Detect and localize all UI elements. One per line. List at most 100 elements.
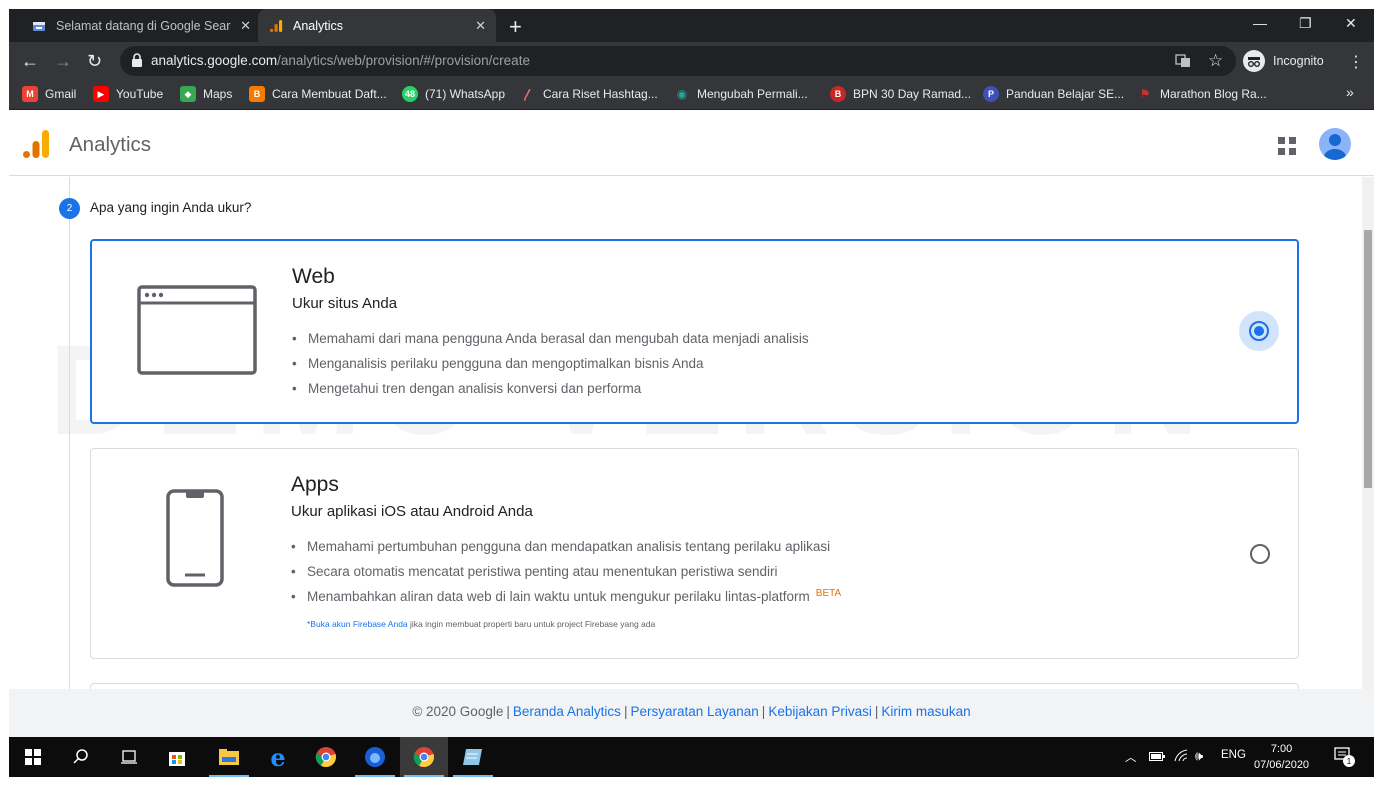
maximize-icon[interactable]: ❐ [1299,15,1312,32]
footer-link-terms[interactable]: Persyaratan Layanan [630,704,758,719]
menu-icon[interactable]: ⋮ [1348,52,1364,72]
address-bar[interactable]: analytics.google.com/analytics/web/provi… [120,46,1236,76]
footer-link-privacy[interactable]: Kebijakan Privasi [768,704,872,719]
firebase-note: *Buka akun Firebase Anda jika ingin memb… [307,619,655,629]
search-icon [73,749,88,764]
footer-link-home[interactable]: Beranda Analytics [513,704,621,719]
task-view-button[interactable] [105,737,153,777]
pin-icon: 〳 [521,87,534,102]
lock-icon [132,53,142,67]
browser-window-icon [137,285,257,375]
separator: | [623,704,628,719]
search-button[interactable] [57,737,105,777]
bookmark-label: Panduan Belajar SE... [1006,87,1125,101]
bookmark-youtube[interactable]: ▶ YouTube [93,86,163,102]
apps-grid-icon[interactable] [1278,137,1296,155]
option-title: Apps [291,473,339,496]
smartphone-icon [166,489,224,587]
radio-web[interactable] [1249,321,1269,341]
bookmark-gmail[interactable]: M Gmail [22,86,76,102]
radio-apps[interactable] [1250,544,1270,564]
analytics-logo-icon [23,130,49,158]
bookmark-label: Maps [203,87,233,101]
notification-count-badge: 1 [1343,755,1355,767]
separator: | [874,704,879,719]
chrome-button[interactable] [302,737,350,777]
bookmark-label: (71) WhatsApp [425,87,506,101]
incognito-icon [1243,50,1265,72]
benefit-item: Menambahkan aliran data web di lain wakt… [291,584,841,609]
bookmark-label: Marathon Blog Ra... [1160,87,1267,101]
clock[interactable]: 7:00 07/06/2020 [1254,741,1309,773]
reload-icon[interactable]: ↻ [87,51,102,72]
bookmark-whatsapp[interactable]: 48 (71) WhatsApp [402,86,505,102]
task-view-icon [121,750,137,764]
notepad-icon [463,749,482,765]
bookmark-label: BPN 30 Day Ramad... [853,87,972,101]
bookmark-maps[interactable]: ◆ Maps [180,86,232,102]
firefox-button[interactable] [351,737,399,777]
firebase-link[interactable]: *Buka akun Firebase Anda [307,619,408,629]
tab-search-console[interactable]: Selamat datang di Google Search ✕ [23,9,261,42]
url-path: /analytics/web/provision/#/provision/cre… [277,53,530,68]
option-benefits: Memahami pertumbuhan pengguna dan mendap… [291,534,841,609]
option-subtitle: Ukur aplikasi iOS atau Android Anda [291,503,533,520]
bookmark-hashtag[interactable]: 〳 Cara Riset Hashtag... [520,86,658,102]
bookmark-bpn[interactable]: B BPN 30 Day Ramad... [830,86,971,102]
notepad-button[interactable] [449,737,497,777]
back-icon[interactable]: ← [21,51,39,72]
new-tab-button[interactable]: + [509,14,522,40]
volume-icon[interactable]: 🕪 [1195,748,1203,764]
action-center-button[interactable]: 1 [1334,747,1355,770]
option-card-apps[interactable]: Apps Ukur aplikasi iOS atau Android Anda… [90,448,1299,659]
benefit-item: Memahami pertumbuhan pengguna dan mendap… [291,534,841,559]
wifi-icon[interactable] [1174,749,1190,763]
scrollbar-thumb[interactable] [1364,230,1372,488]
close-window-icon[interactable]: ✕ [1345,15,1357,32]
option-card-web[interactable]: Web Ukur situs Anda Memahami dari mana p… [90,239,1299,424]
bookmark-panduan[interactable]: P Panduan Belajar SE... [983,86,1124,102]
google-search-console-icon [31,18,47,34]
analytics-icon [268,18,284,34]
avatar[interactable] [1319,128,1351,160]
scrollbar[interactable] [1362,177,1374,689]
step-question: Apa yang ingin Anda ukur? [90,200,252,215]
battery-icon[interactable] [1149,751,1165,762]
chrome-incognito-button[interactable] [400,737,448,777]
flag-icon: ⚑ [1139,87,1151,101]
start-button[interactable] [9,737,57,777]
close-tab-icon[interactable]: ✕ [475,18,486,34]
footer-link-feedback[interactable]: Kirim masukan [881,704,970,719]
windows-icon [25,749,41,765]
tab-analytics[interactable]: Analytics ✕ [258,9,496,42]
bookmark-label: Cara Membuat Daft... [272,87,387,101]
file-explorer-button[interactable] [205,737,253,777]
forward-icon[interactable]: → [54,51,72,72]
language-indicator[interactable]: ENG [1221,749,1246,761]
bookmark-label: Gmail [45,87,77,101]
clock-date: 07/06/2020 [1254,759,1310,771]
url-host: analytics.google.com [151,53,278,68]
star-icon[interactable]: ☆ [1208,51,1223,71]
screen: Selamat datang di Google Search ✕ Analyt… [0,0,1383,785]
chevron-up-icon[interactable]: ︿ [1125,749,1137,765]
store-icon [169,752,185,766]
edge-button[interactable]: e [254,737,302,777]
maps-icon: ◆ [180,86,196,102]
chrome-icon [413,747,434,768]
edge-icon: e [270,742,286,772]
option-benefits: Memahami dari mana pengguna Anda berasal… [292,326,809,401]
bookmarks-bar: M Gmail ▶ YouTube ◆ Maps B Cara Membuat Daft… [9,79,1374,110]
eye-icon: ◉ [676,87,688,101]
bookmark-permalink[interactable]: ◉ Mengubah Permali... [674,86,808,102]
bookmark-blogger[interactable]: B Cara Membuat Daft... [249,86,387,102]
toolbar: ← → ↻ analytics.google.com/analytics/web… [9,42,1374,79]
incognito-indicator[interactable]: Incognito [1243,50,1324,72]
bookmark-marathon[interactable]: ⚑ Marathon Blog Ra... [1137,86,1267,102]
close-tab-icon[interactable]: ✕ [240,18,251,34]
minimize-icon[interactable]: — [1253,15,1267,31]
more-bookmarks-icon[interactable]: » [1346,84,1354,100]
benefit-item: Memahami dari mana pengguna Anda berasal… [292,326,809,351]
store-button[interactable] [153,737,201,777]
translate-icon[interactable] [1175,54,1191,68]
